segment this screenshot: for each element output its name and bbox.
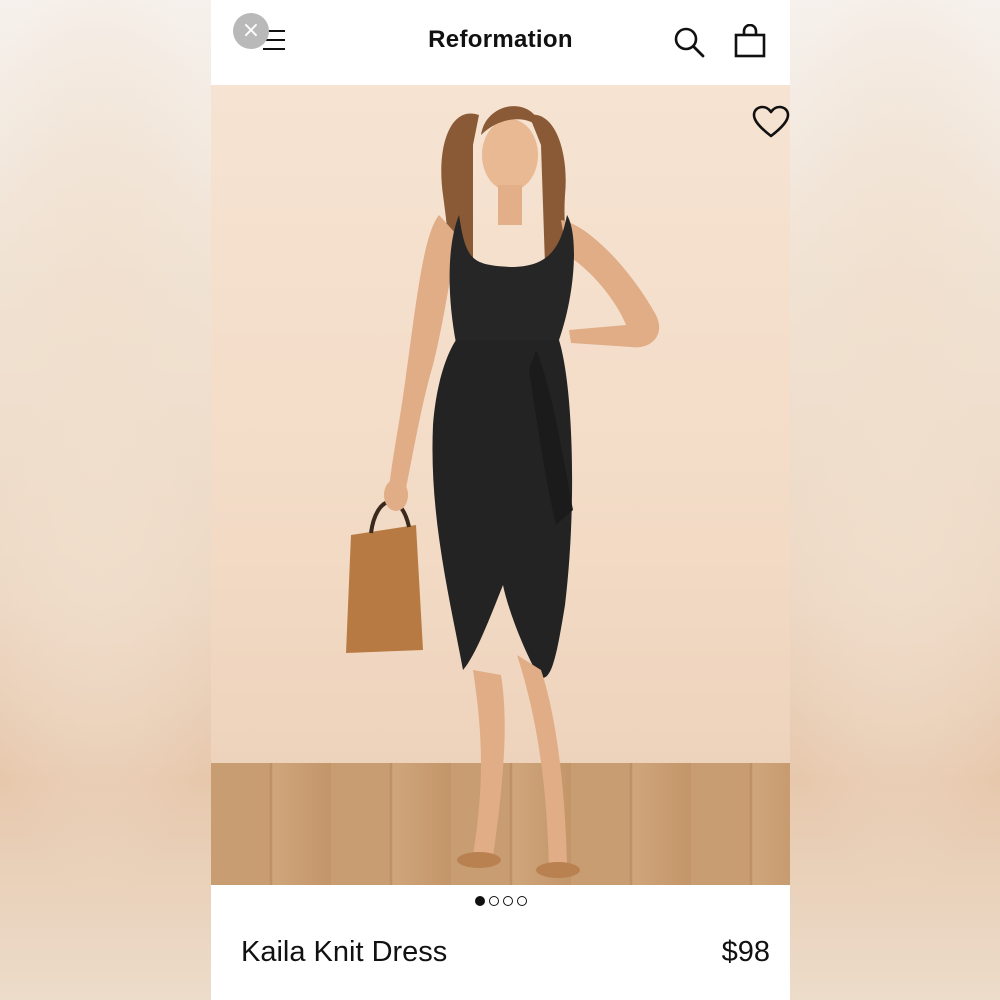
- model-illustration: [346, 106, 660, 878]
- carousel-dot[interactable]: [474, 896, 485, 906]
- carousel-dot[interactable]: [488, 896, 499, 906]
- product-name: Kaila Knit Dress: [241, 936, 448, 968]
- carousel-dot[interactable]: [516, 896, 527, 906]
- carousel-indicators: [211, 896, 790, 906]
- shopping-bag-icon[interactable]: [734, 24, 766, 58]
- product-photo[interactable]: [211, 85, 790, 885]
- heart-icon[interactable]: [752, 105, 790, 139]
- product-price: $98: [721, 936, 770, 968]
- carousel-dot[interactable]: [502, 896, 513, 906]
- search-icon[interactable]: [673, 26, 705, 58]
- top-nav: × Reformation: [211, 0, 790, 85]
- app-screen: × Reformation Kaila Knit Dress $98: [211, 0, 790, 1000]
